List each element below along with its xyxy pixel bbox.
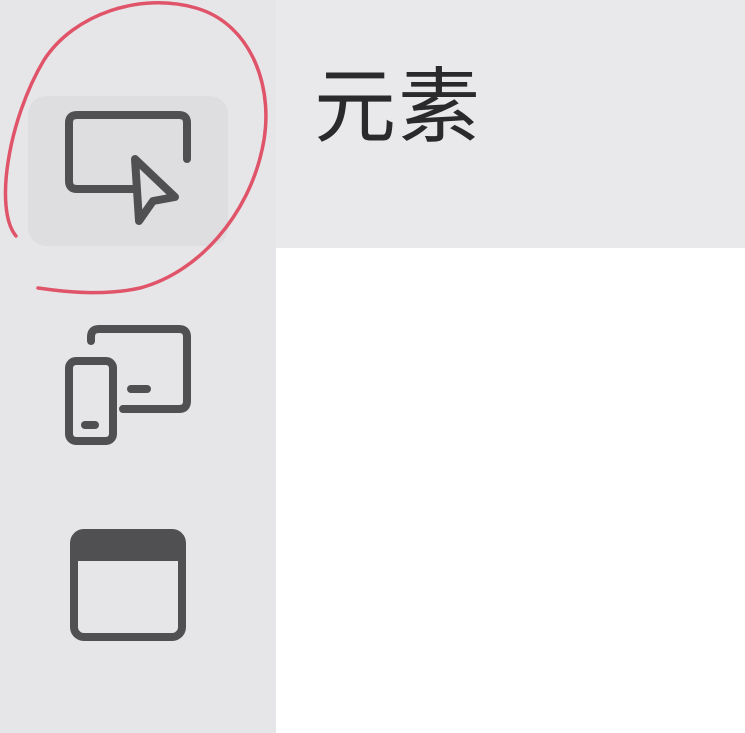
app-window: 元素 <box>0 0 745 733</box>
sidebar-item-window[interactable] <box>28 510 228 660</box>
sidebar-item-elements[interactable] <box>28 96 228 246</box>
content-area <box>276 248 745 733</box>
window-icon <box>68 527 188 643</box>
sidebar-item-devices[interactable] <box>28 312 228 462</box>
page-title: 元素 <box>314 60 483 155</box>
responsive-devices-icon <box>63 325 193 449</box>
sidebar <box>0 0 276 733</box>
cursor-select-icon <box>63 111 193 231</box>
